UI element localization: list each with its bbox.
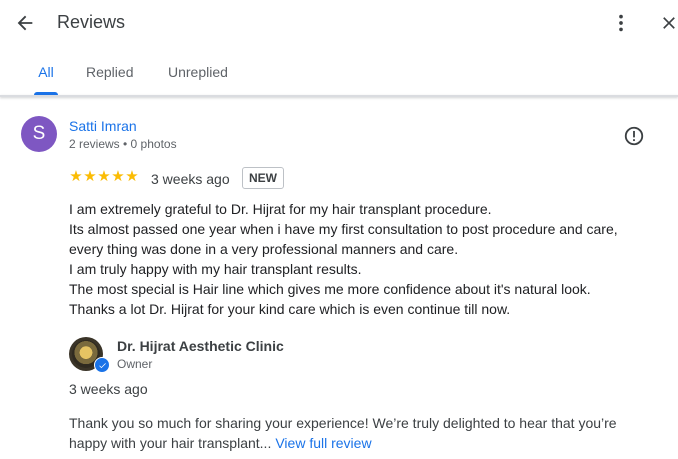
close-icon bbox=[663, 17, 675, 29]
star-icon: ★ bbox=[125, 168, 139, 185]
avatar-letter: S bbox=[32, 123, 46, 144]
reply-time: 3 weeks ago bbox=[69, 381, 148, 397]
reply-text-line: happy with your hair transplant... View f… bbox=[69, 433, 659, 453]
review-time: 3 weeks ago bbox=[151, 171, 230, 187]
reply-text: Thank you so much for sharing your exper… bbox=[69, 413, 659, 453]
review-text-line: Thanks a lot Dr. Hijrat for your kind ca… bbox=[69, 301, 511, 317]
owner-name: Dr. Hijrat Aesthetic Clinic bbox=[117, 338, 284, 354]
review-text-line: The most special is Hair line which give… bbox=[69, 281, 591, 297]
review-text-line: I am extremely grateful to Dr. Hijrat fo… bbox=[69, 201, 492, 217]
more-options-button[interactable] bbox=[605, 7, 637, 39]
owner-role: Owner bbox=[117, 357, 153, 371]
review-text-line: I am truly happy with my hair transplant… bbox=[69, 261, 362, 277]
tab-replied[interactable]: Replied bbox=[86, 52, 133, 95]
review-text: I am extremely grateful to Dr. Hijrat fo… bbox=[69, 199, 659, 319]
star-icon: ★ bbox=[83, 168, 97, 185]
review-tabs: All Replied Unreplied bbox=[0, 52, 678, 95]
reviewer-name[interactable]: Satti Imran bbox=[69, 118, 137, 134]
more-vert-icon bbox=[619, 14, 623, 32]
arrow-left-icon bbox=[17, 15, 33, 31]
tab-label: Replied bbox=[86, 64, 134, 80]
close-button[interactable] bbox=[653, 7, 678, 39]
tabs-divider bbox=[0, 95, 678, 97]
tab-label: All bbox=[38, 64, 54, 80]
star-icon: ★ bbox=[111, 168, 125, 185]
reviewer-meta: 2 reviews • 0 photos bbox=[69, 137, 177, 151]
new-badge: NEW bbox=[242, 167, 284, 189]
star-icon: ★ bbox=[97, 168, 111, 185]
view-full-review-link[interactable]: View full review bbox=[275, 435, 371, 451]
page-title: Reviews bbox=[57, 12, 126, 32]
tab-all[interactable]: All bbox=[34, 52, 58, 95]
review-text-line: every thing was done in a very professio… bbox=[69, 241, 459, 257]
verified-icon bbox=[94, 357, 110, 373]
tab-label: Unreplied bbox=[168, 64, 228, 80]
tab-unreplied[interactable]: Unreplied bbox=[168, 52, 228, 95]
reply-text-line: Thank you so much for sharing your exper… bbox=[69, 415, 617, 431]
star-icon: ★ bbox=[69, 168, 83, 185]
app-header: Reviews bbox=[0, 0, 678, 46]
report-button[interactable] bbox=[618, 120, 650, 152]
reviewer-avatar[interactable]: S bbox=[21, 116, 57, 152]
report-icon bbox=[624, 126, 644, 146]
back-button[interactable] bbox=[9, 7, 41, 39]
review-text-line: Its almost passed one year when i have m… bbox=[69, 221, 618, 237]
reply-text-truncated: happy with your hair transplant... bbox=[69, 435, 272, 451]
star-rating: ★ ★ ★ ★ ★ bbox=[69, 168, 139, 185]
